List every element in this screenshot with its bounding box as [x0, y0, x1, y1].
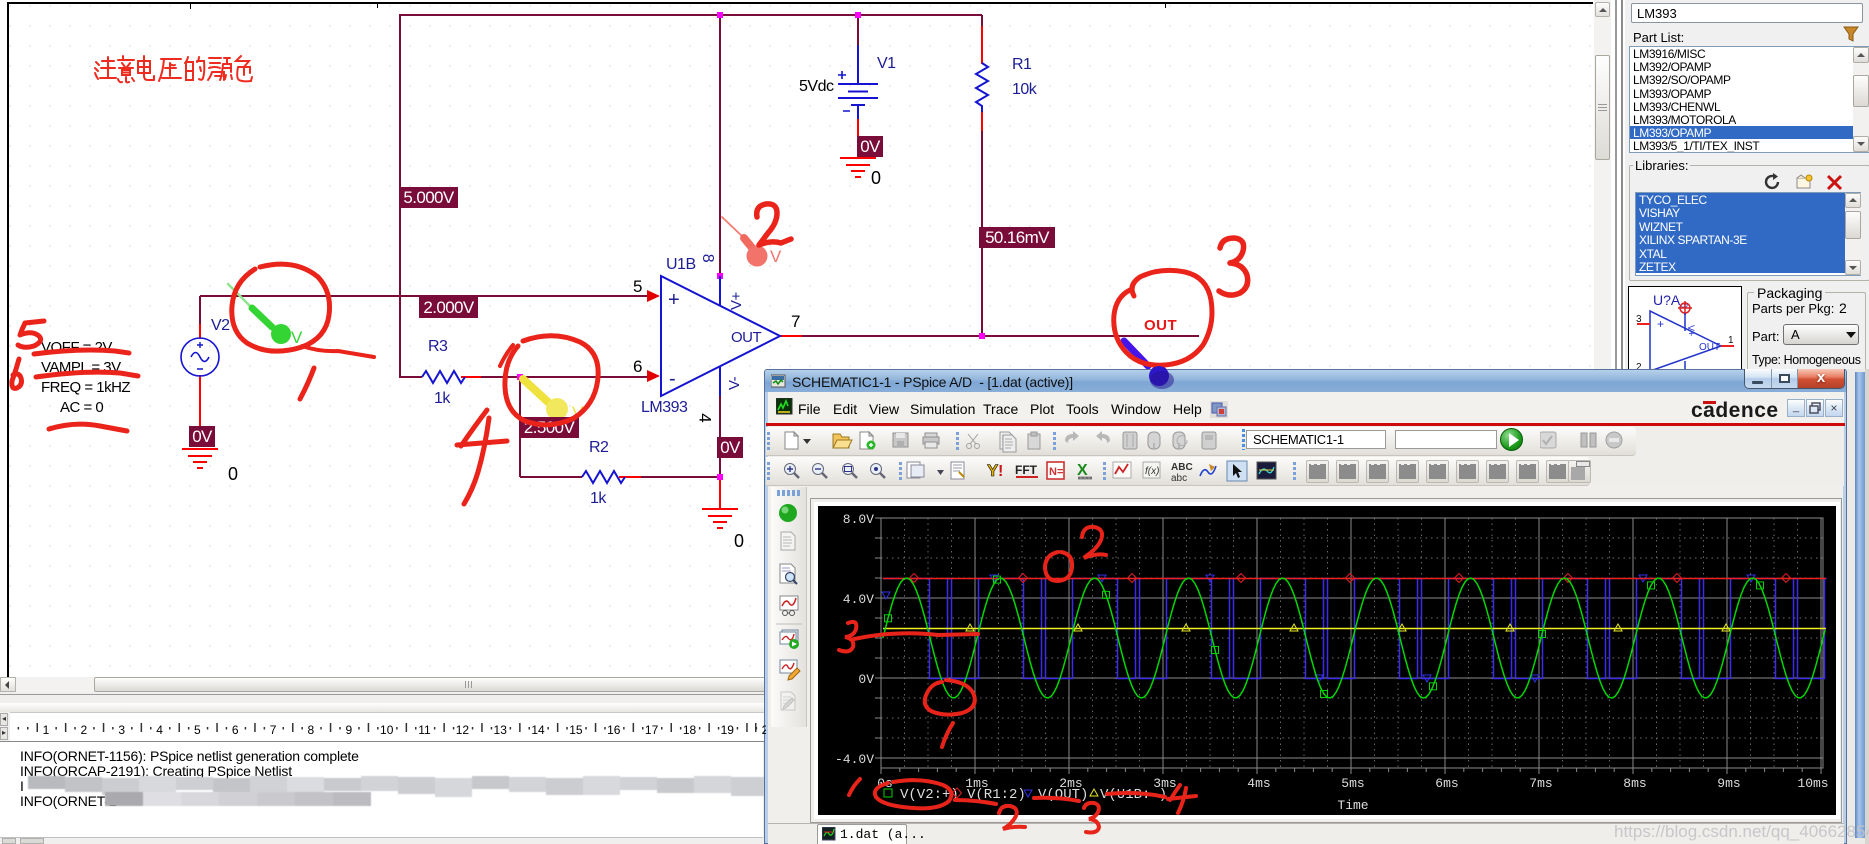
svg-text:N=: N= [1049, 466, 1063, 478]
svg-text:18: 18 [683, 723, 697, 737]
svg-text:5: 5 [194, 723, 201, 737]
svg-text:f(x): f(x) [1145, 466, 1159, 477]
svg-text:FFT: FFT [1015, 463, 1038, 477]
svg-text:8: 8 [308, 723, 315, 737]
svg-text:7ms: 7ms [1529, 776, 1552, 791]
svg-text:X: X [1077, 462, 1088, 479]
svg-text:10: 10 [380, 723, 394, 737]
svg-text:Time: Time [1337, 798, 1368, 813]
svg-text:6ms: 6ms [1435, 776, 1458, 791]
svg-text:1: 1 [43, 723, 50, 737]
svg-text:3: 3 [1636, 314, 1642, 325]
svg-text:10ms: 10ms [1797, 776, 1828, 791]
svg-text:12: 12 [456, 723, 470, 737]
svg-text:13: 13 [494, 723, 508, 737]
svg-text:-4.0V: -4.0V [835, 752, 874, 767]
svg-text:7: 7 [270, 723, 277, 737]
svg-text:16: 16 [607, 723, 621, 737]
svg-text:4: 4 [156, 723, 163, 737]
svg-text:ABC: ABC [1171, 462, 1193, 473]
svg-text:9ms: 9ms [1717, 776, 1740, 791]
svg-text:17: 17 [645, 723, 659, 737]
svg-text:6: 6 [232, 723, 239, 737]
svg-text:2: 2 [80, 723, 87, 737]
svg-text:14: 14 [531, 723, 545, 737]
svg-text:5ms: 5ms [1341, 776, 1364, 791]
svg-text:OUT: OUT [1699, 342, 1720, 353]
svg-text:2: 2 [762, 723, 766, 737]
svg-text:8ms: 8ms [1623, 776, 1646, 791]
svg-text:!: ! [998, 463, 1003, 480]
svg-text:+: + [1657, 317, 1664, 331]
svg-text:9: 9 [345, 723, 352, 737]
svg-text:8.0V: 8.0V [843, 512, 874, 527]
svg-text:0V: 0V [858, 672, 874, 687]
svg-text:4.0V: 4.0V [843, 592, 874, 607]
svg-text:1: 1 [1728, 335, 1734, 346]
svg-text:19: 19 [721, 723, 735, 737]
svg-text:V+: V+ [1686, 325, 1696, 336]
svg-text:3: 3 [118, 723, 125, 737]
svg-text:U?A: U?A [1653, 292, 1681, 308]
svg-text:11: 11 [418, 723, 431, 737]
svg-text:abc: abc [1171, 473, 1187, 484]
svg-text:15: 15 [569, 723, 583, 737]
